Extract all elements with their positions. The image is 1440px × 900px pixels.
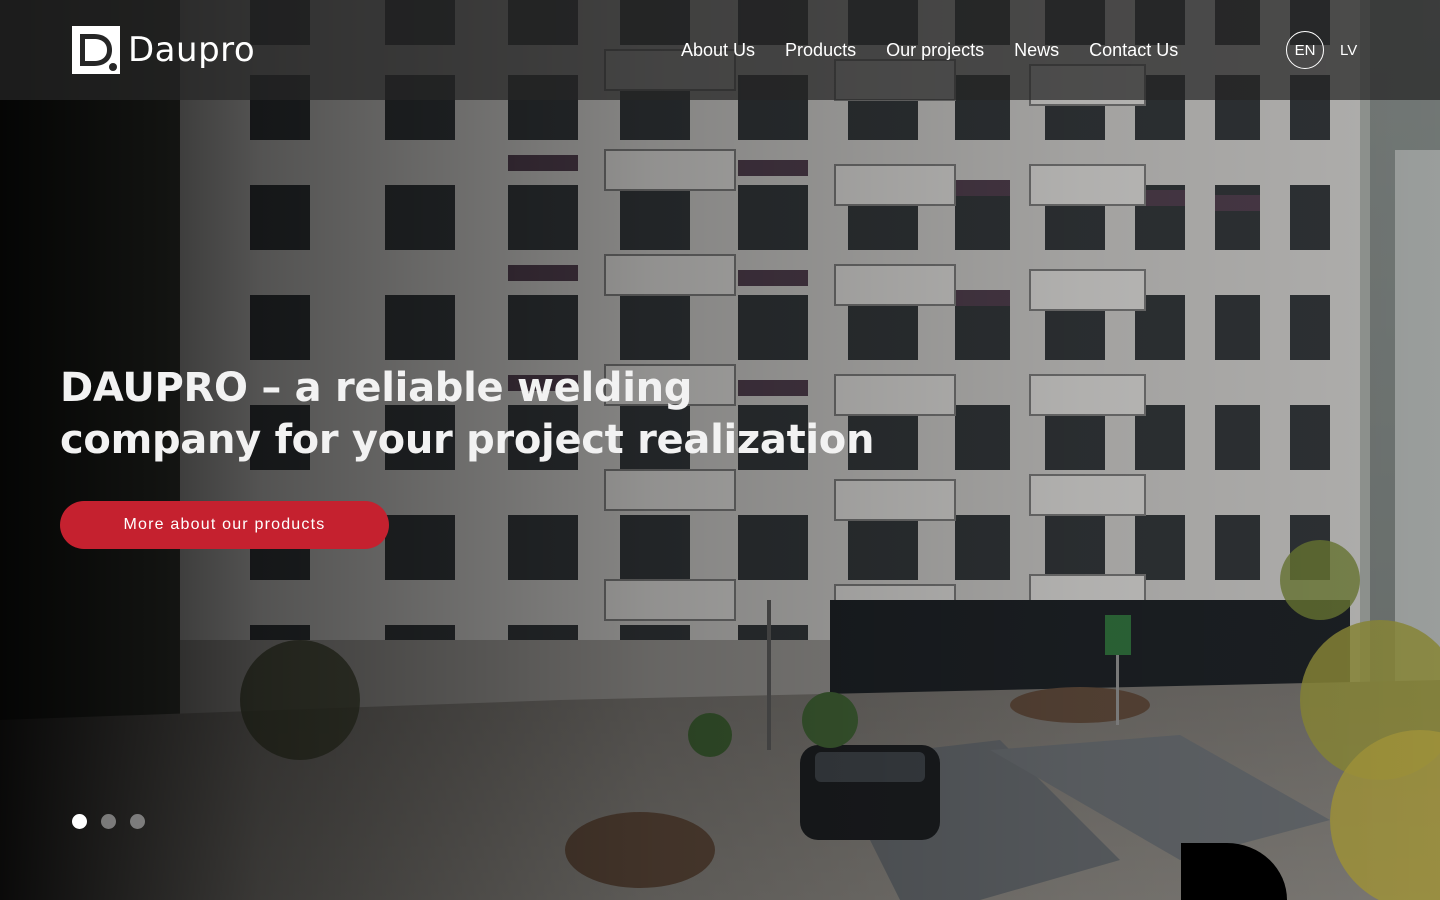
daupro-d-logo-icon [72,26,120,74]
hero-headline: DAUPRO – a reliable welding company for … [60,362,880,466]
slide-dot-2[interactable] [101,814,116,829]
language-lv-button[interactable]: LV [1340,42,1357,59]
hero-headline-line1: DAUPRO – a reliable welding [60,365,693,411]
nav-products[interactable]: Products [785,38,856,62]
slide-dot-1[interactable] [72,814,87,829]
nav-our-projects[interactable]: Our projects [886,38,984,62]
site-header: Daupro About Us Products Our projects Ne… [0,0,1440,100]
nav-contact-us[interactable]: Contact Us [1089,38,1178,62]
logo-text: Daupro [128,30,256,70]
slider-pagination [72,814,145,829]
logo-link[interactable]: Daupro [72,26,255,74]
language-switcher: EN LV [1286,31,1357,69]
main-navigation: About Us Products Our projects News Cont… [681,38,1178,62]
slide-dot-3[interactable] [130,814,145,829]
nav-about-us[interactable]: About Us [681,38,755,62]
language-en-button[interactable]: EN [1286,31,1324,69]
hero-headline-line2: company for your project realization [60,417,875,463]
more-about-products-button[interactable]: More about our products [60,501,389,549]
nav-news[interactable]: News [1014,38,1059,62]
